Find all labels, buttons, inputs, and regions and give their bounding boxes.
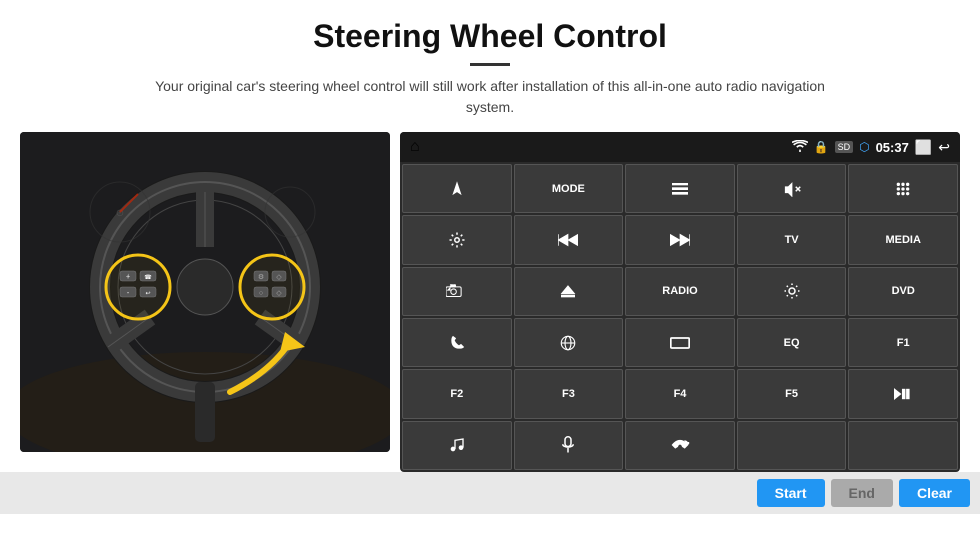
- lock-icon: 🔒: [814, 140, 829, 154]
- screen-rect-btn[interactable]: [625, 318, 735, 367]
- svg-text:○: ○: [259, 290, 263, 297]
- f3-btn[interactable]: F3: [514, 369, 624, 418]
- phone-btn[interactable]: [402, 318, 512, 367]
- svg-text:⚙: ⚙: [258, 273, 264, 281]
- browse-btn[interactable]: [514, 318, 624, 367]
- brightness-btn[interactable]: [737, 267, 847, 316]
- end-button[interactable]: End: [831, 479, 893, 507]
- nav-btn[interactable]: [402, 164, 512, 213]
- svg-text:360: 360: [450, 284, 456, 288]
- svg-text:♪: ♪: [127, 273, 130, 279]
- call-end-btn[interactable]: ↘: [625, 421, 735, 470]
- wifi-icon: [792, 140, 808, 155]
- dvd-btn[interactable]: DVD: [848, 267, 958, 316]
- svg-text:↘: ↘: [685, 441, 689, 446]
- camera-btn[interactable]: 360: [402, 267, 512, 316]
- screen-icon: ⬜: [915, 139, 932, 156]
- svg-text:☎: ☎: [144, 274, 152, 281]
- start-button[interactable]: Start: [757, 479, 825, 507]
- f4-btn[interactable]: F4: [625, 369, 735, 418]
- home-icon[interactable]: ⌂: [410, 138, 420, 156]
- mic-btn[interactable]: [514, 421, 624, 470]
- menu-btn[interactable]: [625, 164, 735, 213]
- prev-btn[interactable]: [514, 215, 624, 264]
- title-divider: [470, 63, 510, 66]
- eject-btn[interactable]: [514, 267, 624, 316]
- sd-icon: SD: [835, 141, 854, 153]
- car-image: + - ♪ ☎ ↩ ⚙ ◇ ○ ◇: [20, 132, 390, 452]
- radio-btn[interactable]: RADIO: [625, 267, 735, 316]
- music-btn[interactable]: [402, 421, 512, 470]
- svg-text:◇: ◇: [276, 274, 282, 281]
- button-grid: MODE: [400, 162, 960, 472]
- settings-btn[interactable]: [402, 215, 512, 264]
- status-time: 05:37: [876, 140, 909, 155]
- media-btn[interactable]: MEDIA: [848, 215, 958, 264]
- f1-btn[interactable]: F1: [848, 318, 958, 367]
- bottom-bar: Start End Clear: [0, 472, 980, 514]
- subtitle: Your original car's steering wheel contr…: [140, 76, 840, 118]
- svg-text:◇: ◇: [276, 290, 282, 297]
- tv-btn[interactable]: TV: [737, 215, 847, 264]
- empty-2: [848, 421, 958, 470]
- apps-btn[interactable]: [848, 164, 958, 213]
- clear-button[interactable]: Clear: [899, 479, 970, 507]
- back-icon: ↩: [938, 139, 950, 156]
- next-btn[interactable]: [625, 215, 735, 264]
- f2-btn[interactable]: F2: [402, 369, 512, 418]
- content-row: + - ♪ ☎ ↩ ⚙ ◇ ○ ◇: [20, 132, 960, 472]
- svg-text:↩: ↩: [145, 291, 150, 297]
- bt-icon: ⬡: [859, 140, 869, 154]
- f5-btn[interactable]: F5: [737, 369, 847, 418]
- mode-btn[interactable]: MODE: [514, 164, 624, 213]
- page-title: Steering Wheel Control: [0, 0, 980, 59]
- play-pause-btn[interactable]: [848, 369, 958, 418]
- radio-panel: ⌂ 🔒 SD ⬡ 05:37 ⬜ ↩ MODE: [400, 132, 960, 472]
- mute-btn[interactable]: [737, 164, 847, 213]
- eq-btn[interactable]: EQ: [737, 318, 847, 367]
- status-bar: ⌂ 🔒 SD ⬡ 05:37 ⬜ ↩: [400, 132, 960, 162]
- empty-1: [737, 421, 847, 470]
